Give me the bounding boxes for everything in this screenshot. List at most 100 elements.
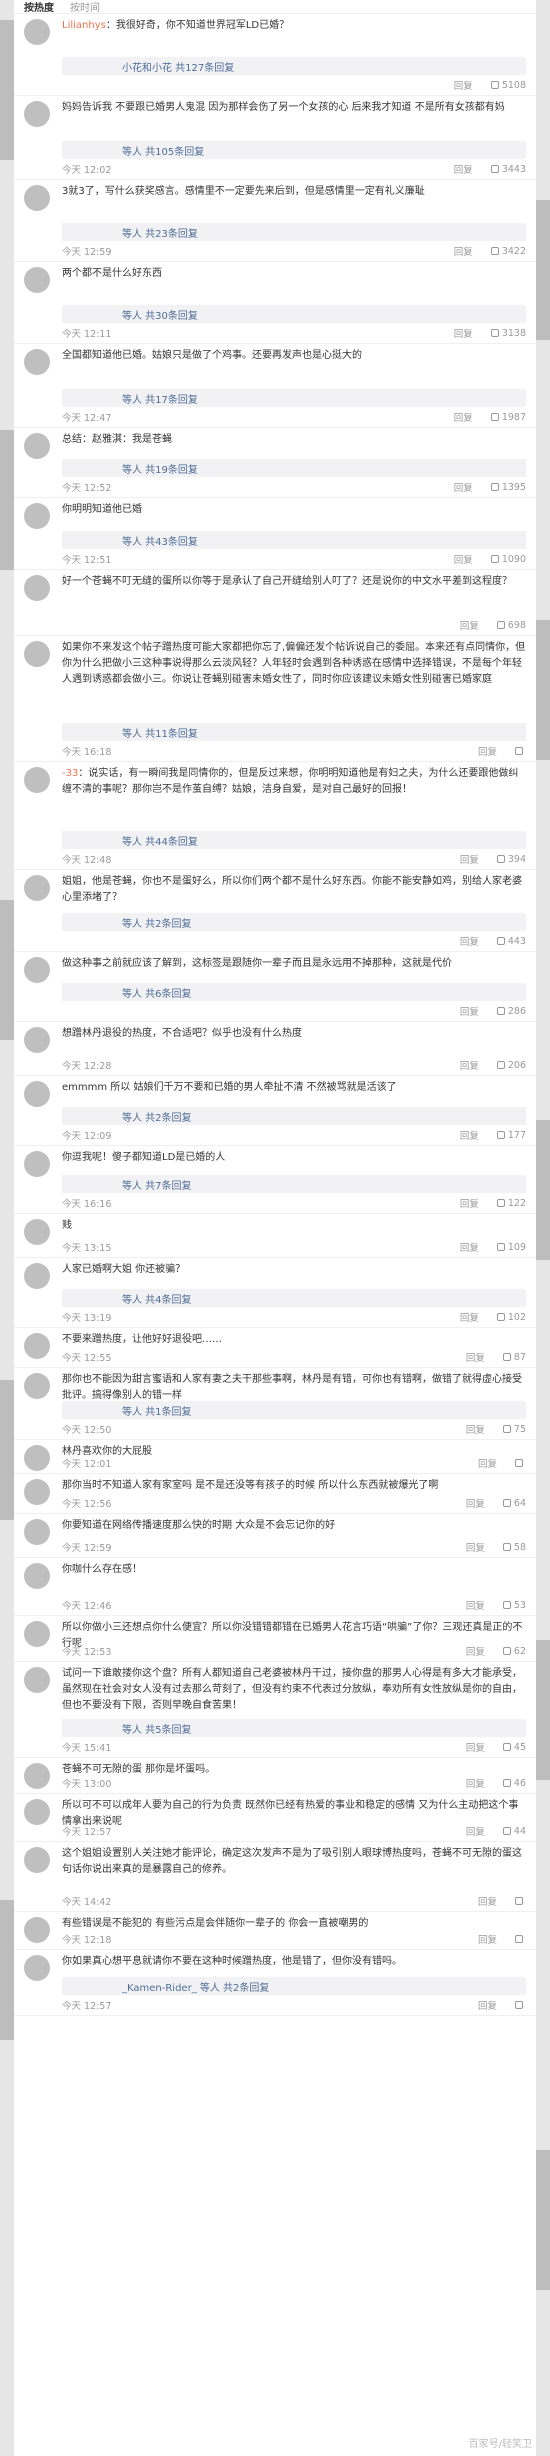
- tab-hot[interactable]: 按热度: [24, 0, 54, 14]
- avatar[interactable]: [24, 267, 50, 293]
- sub-replies-link[interactable]: 小花和小花 共127条回复: [62, 57, 526, 75]
- avatar[interactable]: [24, 1081, 50, 1107]
- sub-replies-link[interactable]: 等人 共43条回复: [62, 531, 526, 549]
- like-button[interactable]: [515, 1897, 526, 1905]
- like-button[interactable]: 206: [496, 1060, 526, 1071]
- reply-button[interactable]: 回复: [460, 1058, 479, 1072]
- reply-button[interactable]: 回复: [466, 1496, 485, 1510]
- like-button[interactable]: 75: [502, 1424, 526, 1435]
- like-button[interactable]: 45: [502, 1742, 526, 1753]
- like-button[interactable]: 1987: [490, 412, 526, 423]
- like-button[interactable]: 53: [502, 1600, 526, 1611]
- reply-button[interactable]: 回复: [454, 326, 473, 340]
- like-button[interactable]: 5108: [490, 80, 526, 91]
- reply-button[interactable]: 回复: [460, 934, 479, 948]
- reply-button[interactable]: 回复: [466, 1740, 485, 1754]
- avatar[interactable]: [24, 641, 50, 667]
- reply-button[interactable]: 回复: [460, 852, 479, 866]
- reply-button[interactable]: 回复: [454, 244, 473, 258]
- avatar[interactable]: [24, 957, 50, 983]
- like-button[interactable]: 1395: [490, 482, 526, 493]
- like-button[interactable]: 62: [502, 1646, 526, 1657]
- reply-button[interactable]: 回复: [478, 1998, 497, 2012]
- reply-button[interactable]: 回复: [460, 1240, 479, 1254]
- avatar[interactable]: [24, 185, 50, 211]
- like-button[interactable]: 698: [496, 620, 526, 631]
- reply-button[interactable]: 回复: [478, 1456, 497, 1470]
- avatar[interactable]: [24, 1563, 50, 1589]
- reply-button[interactable]: 回复: [466, 1824, 485, 1838]
- sub-replies-link[interactable]: 等人 共7条回复: [62, 1175, 526, 1193]
- avatar[interactable]: [24, 1847, 50, 1873]
- reply-button[interactable]: 回复: [454, 410, 473, 424]
- sub-replies-link[interactable]: 等人 共6条回复: [62, 983, 526, 1001]
- avatar[interactable]: [24, 1917, 50, 1943]
- reply-button[interactable]: 回复: [466, 1422, 485, 1436]
- avatar[interactable]: [24, 503, 50, 529]
- reply-button[interactable]: 回复: [478, 1894, 497, 1908]
- avatar[interactable]: [24, 349, 50, 375]
- sub-replies-link[interactable]: 等人 共4条回复: [62, 1289, 526, 1307]
- sub-replies-link[interactable]: 等人 共44条回复: [62, 831, 526, 849]
- avatar[interactable]: [24, 1027, 50, 1053]
- like-button[interactable]: 87: [502, 1352, 526, 1363]
- reply-button[interactable]: 回复: [466, 1540, 485, 1554]
- tab-time[interactable]: 按时间: [70, 0, 100, 14]
- reply-button[interactable]: 回复: [466, 1350, 485, 1364]
- reply-button[interactable]: 回复: [478, 1932, 497, 1946]
- comment-nickname[interactable]: -33: [62, 768, 78, 779]
- like-button[interactable]: 64: [502, 1498, 526, 1509]
- reply-button[interactable]: 回复: [454, 162, 473, 176]
- avatar[interactable]: [24, 767, 50, 793]
- reply-button[interactable]: 回复: [466, 1776, 485, 1790]
- sub-replies-link[interactable]: 等人 共17条回复: [62, 389, 526, 407]
- like-button[interactable]: 109: [496, 1242, 526, 1253]
- like-button[interactable]: 3443: [490, 164, 526, 175]
- reply-button[interactable]: 回复: [460, 1128, 479, 1142]
- like-button[interactable]: 122: [496, 1198, 526, 1209]
- reply-button[interactable]: 回复: [454, 552, 473, 566]
- sub-replies-link[interactable]: _Kamen-Rider_ 等人 共2条回复: [62, 1977, 526, 1995]
- like-button[interactable]: 3422: [490, 246, 526, 257]
- avatar[interactable]: [24, 1373, 50, 1399]
- like-button[interactable]: 177: [496, 1130, 526, 1141]
- sub-replies-link[interactable]: 等人 共11条回复: [62, 723, 526, 741]
- reply-button[interactable]: 回复: [454, 78, 473, 92]
- sub-replies-link[interactable]: 等人 共2条回复: [62, 1107, 526, 1125]
- sub-replies-link[interactable]: 等人 共105条回复: [62, 141, 526, 159]
- reply-button[interactable]: 回复: [478, 744, 497, 758]
- avatar[interactable]: [24, 1151, 50, 1177]
- sub-replies-link[interactable]: 等人 共5条回复: [62, 1719, 526, 1737]
- like-button[interactable]: [515, 747, 526, 755]
- like-button[interactable]: 1090: [490, 554, 526, 565]
- avatar[interactable]: [24, 1479, 50, 1505]
- comment-nickname[interactable]: Lilianhys: [62, 20, 106, 31]
- avatar[interactable]: [24, 1519, 50, 1545]
- like-button[interactable]: 286: [496, 1006, 526, 1017]
- like-button[interactable]: 102: [496, 1312, 526, 1323]
- avatar[interactable]: [24, 1955, 50, 1981]
- like-button[interactable]: [515, 1459, 526, 1467]
- reply-button[interactable]: 回复: [460, 618, 479, 632]
- avatar[interactable]: [24, 19, 50, 45]
- like-button[interactable]: [515, 1935, 526, 1943]
- sub-replies-link[interactable]: 等人 共19条回复: [62, 459, 526, 477]
- avatar[interactable]: [24, 1799, 50, 1825]
- like-button[interactable]: [515, 2001, 526, 2009]
- avatar[interactable]: [24, 875, 50, 901]
- avatar[interactable]: [24, 1445, 50, 1471]
- reply-button[interactable]: 回复: [460, 1004, 479, 1018]
- like-button[interactable]: 443: [496, 936, 526, 947]
- reply-button[interactable]: 回复: [460, 1196, 479, 1210]
- avatar[interactable]: [24, 1263, 50, 1289]
- avatar[interactable]: [24, 1667, 50, 1693]
- avatar[interactable]: [24, 1763, 50, 1789]
- avatar[interactable]: [24, 1219, 50, 1245]
- sub-replies-link[interactable]: 等人 共30条回复: [62, 305, 526, 323]
- reply-button[interactable]: 回复: [454, 480, 473, 494]
- like-button[interactable]: 3138: [490, 328, 526, 339]
- reply-button[interactable]: 回复: [460, 1310, 479, 1324]
- like-button[interactable]: 44: [502, 1826, 526, 1837]
- like-button[interactable]: 46: [502, 1778, 526, 1789]
- like-button[interactable]: 394: [496, 854, 526, 865]
